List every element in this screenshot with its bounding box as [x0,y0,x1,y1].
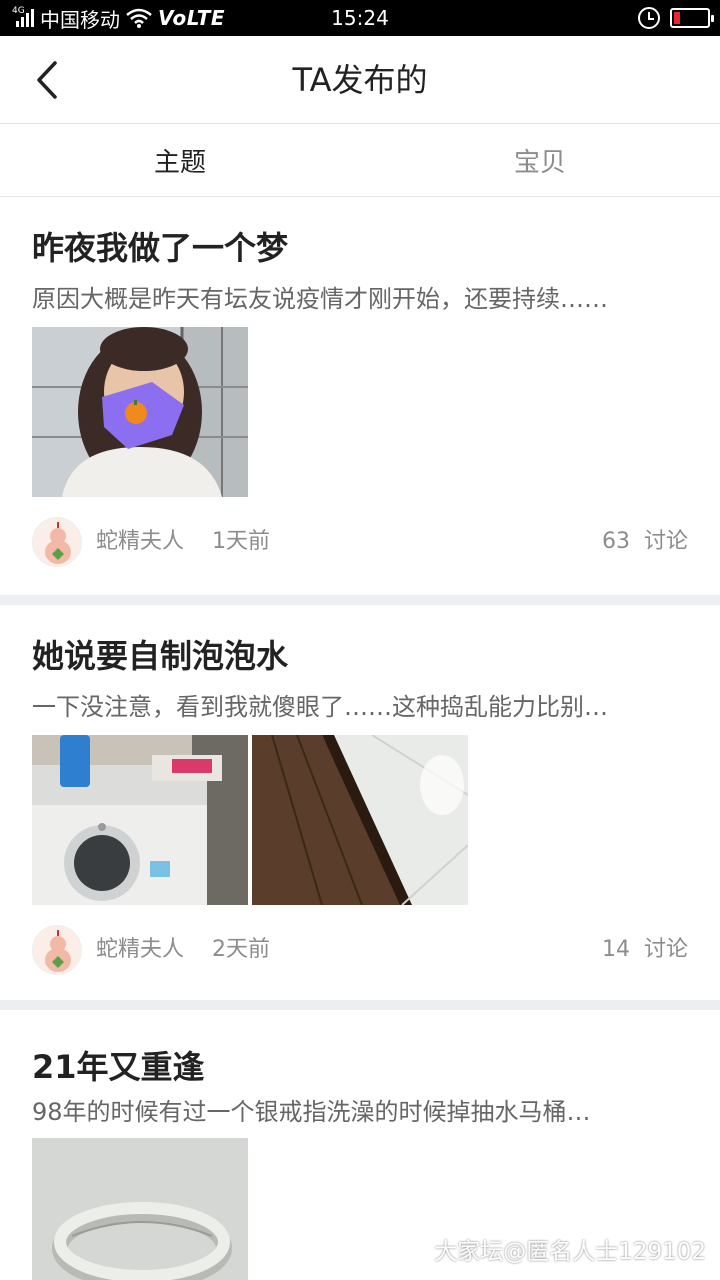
author-name[interactable]: 蛇精夫人 [96,925,184,975]
post-card[interactable]: 她说要自制泡泡水 一下没注意，看到我就傻眼了……这种捣乱能力比别… 蛇精夫人 2… [0,605,720,1000]
post-title: 昨夜我做了一个梦 [32,229,289,267]
app-header: TA发布的 [0,36,720,124]
post-feed: 昨夜我做了一个梦 原因大概是昨天有坛友说疫情才刚开始，还要持续…… 蛇精夫人 1… [0,197,720,1280]
avatar[interactable] [32,925,82,975]
post-image[interactable] [32,327,248,497]
post-image[interactable] [32,1138,248,1280]
post-images [32,327,248,497]
comment-count[interactable]: 14 讨论 [602,925,688,975]
post-title: 21年又重逢 [32,1048,205,1086]
post-divider [0,595,720,605]
back-button[interactable] [22,54,72,106]
status-bar: 4G 中国移动 VoLTE 15:24 [0,0,720,36]
comment-number: 14 [601,937,630,962]
comment-number: 63 [601,529,630,554]
alarm-icon [638,7,660,29]
tab-items[interactable]: 宝贝 [360,124,720,196]
post-meta: 蛇精夫人 1天前 63 讨论 [32,517,688,569]
post-image[interactable] [32,735,248,905]
watermark: 大家坛@匿名人士129102 [434,1239,706,1265]
washing-machine-photo [32,735,248,905]
post-image[interactable] [252,735,468,905]
battery-icon [670,8,714,28]
comment-label: 讨论 [643,529,688,554]
tab-topics[interactable]: 主题 [0,124,360,196]
post-excerpt: 原因大概是昨天有坛友说疫情才刚开始，还要持续…… [32,285,608,313]
gourd-icon [45,522,71,564]
gourd-icon [45,930,71,972]
silver-ring-photo [32,1138,248,1280]
chevron-left-icon [37,61,57,99]
tab-bar: 主题 宝贝 [0,124,720,197]
post-time: 1天前 [212,529,270,554]
status-right [638,0,714,36]
page-title: TA发布的 [292,61,428,99]
status-time: 15:24 [331,6,389,30]
post-card[interactable]: 昨夜我做了一个梦 原因大概是昨天有坛友说疫情才刚开始，还要持续…… 蛇精夫人 1… [0,197,720,595]
avatar[interactable] [32,517,82,567]
post-title: 她说要自制泡泡水 [32,637,289,675]
wet-floor-photo [252,735,468,905]
comment-count[interactable]: 63 讨论 [602,517,688,567]
post-excerpt: 98年的时候有过一个银戒指洗澡的时候掉抽水马桶… [32,1098,591,1126]
post-images [32,1138,248,1280]
comment-label: 讨论 [643,937,688,962]
author-name[interactable]: 蛇精夫人 [96,517,184,567]
selfie-photo [32,327,248,497]
battery-fill [674,12,680,24]
post-meta: 蛇精夫人 2天前 14 讨论 [32,925,688,977]
post-divider [0,1000,720,1010]
post-images [32,735,468,905]
post-excerpt: 一下没注意，看到我就傻眼了……这种捣乱能力比别… [32,693,608,721]
post-time: 2天前 [212,937,270,962]
